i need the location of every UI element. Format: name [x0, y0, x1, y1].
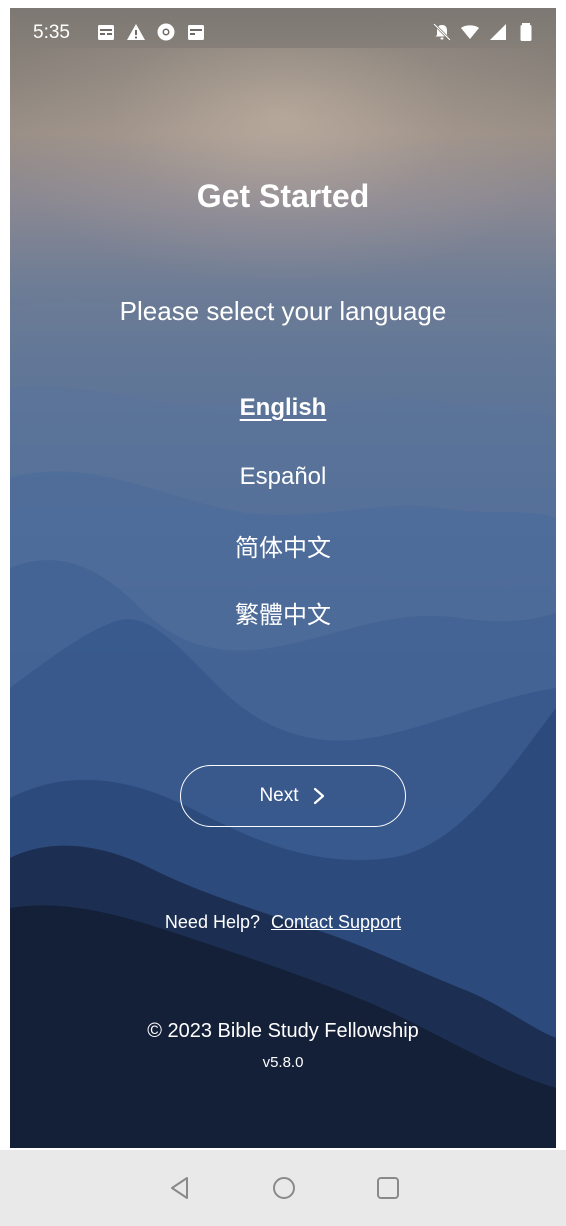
- signal-icon: [490, 24, 506, 40]
- copyright-text: © 2023 Bible Study Fellowship: [147, 1020, 419, 1042]
- system-navigation-bar: [0, 1150, 566, 1226]
- recents-icon[interactable]: [374, 1174, 402, 1202]
- status-icons-right: [432, 22, 536, 42]
- status-time: 5:35: [33, 22, 70, 43]
- chrome-icon: [157, 23, 175, 41]
- help-prefix: Need Help?: [164, 912, 260, 932]
- contact-support-link[interactable]: Contact Support: [271, 912, 401, 932]
- language-option-english[interactable]: English: [10, 394, 556, 422]
- language-prompt: Please select your language: [119, 296, 447, 326]
- notifications-off-icon: [433, 23, 451, 41]
- language-option-traditional-chinese[interactable]: 繁體中文: [10, 595, 556, 630]
- app-screen: 5:35 Get Started Please select your lang…: [10, 8, 556, 1148]
- next-button[interactable]: Next: [180, 765, 406, 827]
- language-option-simplified-chinese[interactable]: 简体中文: [10, 528, 556, 563]
- home-icon[interactable]: [270, 1174, 298, 1202]
- language-option-spanish[interactable]: Español: [10, 463, 556, 491]
- calendar-icon: [188, 25, 204, 40]
- version-text: v5.8.0: [262, 1054, 304, 1071]
- calendar-icon: [98, 25, 114, 40]
- status-icons-left: [96, 22, 206, 42]
- back-icon[interactable]: [166, 1174, 194, 1202]
- page-title: Get Started: [196, 178, 370, 214]
- warning-icon: [127, 24, 145, 40]
- wifi-icon: [461, 25, 479, 39]
- next-button-label: Next: [259, 785, 299, 806]
- battery-icon: [520, 23, 532, 41]
- status-bar: 5:35: [10, 8, 556, 56]
- help-row: Need Help? Contact Support: [10, 912, 556, 933]
- chevron-right-icon: [313, 787, 324, 805]
